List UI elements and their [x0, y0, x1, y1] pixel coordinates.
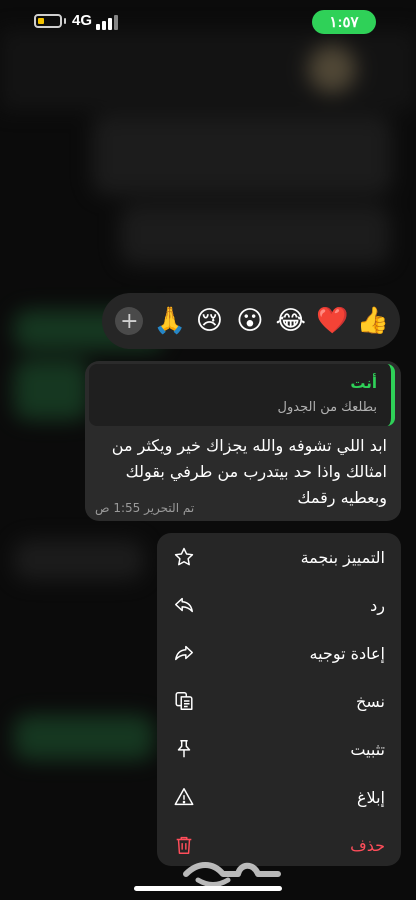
haraj-watermark-logo: [183, 862, 281, 887]
add-reaction-button[interactable]: +: [115, 307, 144, 335]
signal-icon: [96, 14, 118, 30]
message-context-menu: التمييز بنجمة رد إعادة توجيه نسخ تثبيت إ…: [157, 533, 401, 866]
reaction-bar: + 🙏 😢 😮 😂 ❤️ 👍: [102, 293, 400, 349]
blurred-bubble: [14, 715, 154, 760]
message-meta: تم التحرير 1:55 ص: [95, 501, 195, 515]
menu-item-label: إبلاغ: [357, 787, 385, 807]
quoted-sender: أنت: [350, 374, 377, 392]
menu-item-report[interactable]: إبلاغ: [157, 773, 401, 821]
report-icon: [173, 786, 195, 808]
blurred-bubble: [120, 205, 390, 265]
quoted-message[interactable]: أنت بطلعك من الجدول: [89, 364, 395, 426]
selected-message-bubble[interactable]: أنت بطلعك من الجدول ابد اللي تشوفه والله…: [85, 361, 401, 521]
menu-item-reply[interactable]: رد: [157, 581, 401, 629]
blurred-bubble: [92, 115, 392, 195]
menu-item-label: حذف: [350, 835, 385, 855]
menu-item-star[interactable]: التمييز بنجمة: [157, 533, 401, 581]
forward-icon: [173, 642, 195, 664]
copy-icon: [173, 690, 195, 712]
reaction-pray[interactable]: 🙏: [154, 308, 186, 334]
blurred-bubble: [14, 540, 144, 580]
blurred-bubble: [14, 360, 89, 420]
message-text: ابد اللي تشوفه والله يجزاك خير ويكثر من …: [111, 436, 387, 507]
battery-tip: [64, 18, 66, 24]
reaction-cry[interactable]: 😢: [194, 308, 224, 334]
menu-item-label: إعادة توجيه: [309, 643, 385, 663]
home-indicator[interactable]: [134, 886, 282, 891]
network-type: 4G: [72, 12, 93, 29]
menu-item-pin[interactable]: تثبيت: [157, 725, 401, 773]
blurred-avatar: [308, 45, 356, 93]
reaction-laugh[interactable]: 😂: [276, 308, 306, 334]
star-icon: [173, 546, 195, 568]
battery-icon: [34, 14, 62, 28]
menu-item-forward[interactable]: إعادة توجيه: [157, 629, 401, 677]
reaction-wow[interactable]: 😮: [235, 308, 265, 334]
pin-icon: [173, 738, 195, 760]
menu-item-label: تثبيت: [350, 739, 385, 759]
menu-item-copy[interactable]: نسخ: [157, 677, 401, 725]
status-time: ١:٥٧: [312, 10, 376, 34]
menu-item-label: رد: [370, 595, 385, 615]
menu-item-label: التمييز بنجمة: [300, 547, 385, 567]
quoted-text: بطلعك من الجدول: [277, 400, 377, 415]
status-bar: 4G ١:٥٧: [0, 0, 416, 44]
menu-item-label: نسخ: [355, 691, 385, 711]
reaction-heart[interactable]: ❤️: [316, 308, 348, 334]
reply-icon: [173, 594, 195, 616]
reaction-thumbs-up[interactable]: 👍: [357, 308, 389, 334]
